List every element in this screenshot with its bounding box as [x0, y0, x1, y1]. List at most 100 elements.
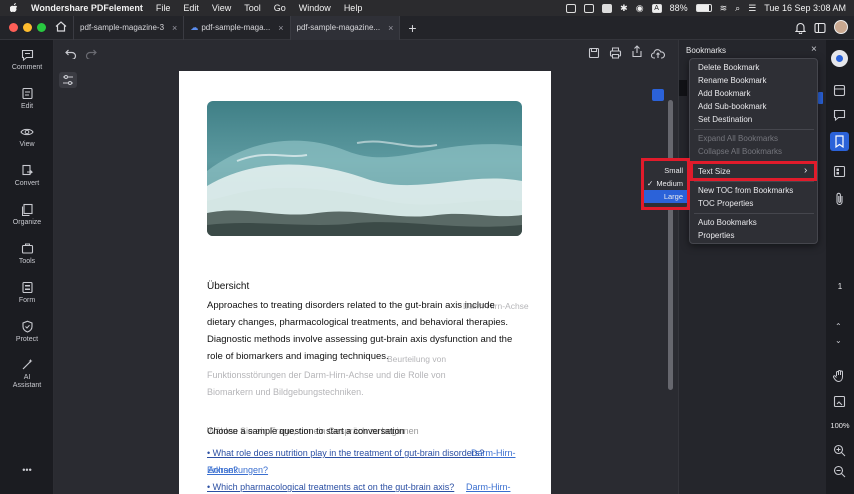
rail-protect[interactable]: Protect: [0, 320, 54, 344]
body-line: dietary changes, pharmacological treatme…: [207, 317, 509, 328]
ai-chat-icon[interactable]: [831, 50, 848, 67]
menu-delete-bookmark[interactable]: Delete Bookmark: [698, 63, 759, 72]
menu-go[interactable]: Go: [274, 3, 286, 13]
fields-icon[interactable]: [833, 165, 846, 183]
search-icon[interactable]: ⌕: [735, 3, 740, 14]
sidebar-toggle-icon[interactable]: [814, 21, 826, 39]
zoom-in-icon[interactable]: [833, 444, 846, 462]
menu-toc-properties[interactable]: TOC Properties: [698, 199, 753, 208]
status-area: ✱ ◉ A 88% ≋ ⌕ ☰ Tue 16 Sep 3:08 AM: [566, 0, 854, 16]
rail-convert[interactable]: Convert: [0, 164, 54, 188]
new-tab-button[interactable]: +: [408, 20, 416, 36]
ghost-text: Funktionsstörungen der Darm-Hirn-Achse u…: [207, 370, 446, 380]
zoom-window-button[interactable]: [37, 23, 46, 32]
tab-document-2[interactable]: ☁ pdf-sample-maga... ×: [184, 15, 291, 40]
page-number-indicator[interactable]: 1: [832, 280, 848, 294]
undo-icon[interactable]: [65, 46, 77, 64]
menu-file[interactable]: File: [156, 3, 171, 13]
menu-set-destination[interactable]: Set Destination: [698, 115, 752, 124]
sample-question-link[interactable]: • What role does nutrition play in the t…: [207, 445, 484, 462]
tab-label: pdf-sample-magazine-3: [80, 23, 165, 32]
menu-view[interactable]: View: [212, 3, 231, 13]
translate-badge-icon[interactable]: [652, 89, 664, 101]
comments-panel-icon[interactable]: [833, 109, 846, 127]
mac-menubar: Wondershare PDFelement File Edit View To…: [0, 0, 854, 16]
home-icon[interactable]: [55, 19, 67, 37]
control-center-icon[interactable]: ☰: [748, 3, 756, 14]
form-icon: [21, 281, 33, 294]
menu-new-toc-from-bookmarks[interactable]: New TOC from Bookmarks: [698, 186, 793, 195]
status-icon-3[interactable]: [602, 3, 613, 13]
status-icon-2[interactable]: [584, 3, 595, 13]
print-icon[interactable]: [609, 46, 622, 64]
close-tab-icon[interactable]: ×: [278, 23, 283, 33]
rail-label-line2: Assistant: [12, 382, 42, 389]
close-tab-icon[interactable]: ×: [388, 23, 393, 33]
rail-form[interactable]: Form: [0, 281, 54, 305]
rail-comment[interactable]: Comment: [0, 49, 54, 72]
close-tab-icon[interactable]: ×: [172, 23, 177, 33]
menu-separator: [694, 181, 814, 182]
menu-help[interactable]: Help: [344, 3, 363, 13]
rail-label: Tools: [18, 258, 36, 265]
sample-question-link-cont[interactable]: Achse?: [208, 462, 238, 479]
apple-menu-icon[interactable]: [9, 2, 18, 14]
bookmark-panel-icon[interactable]: [830, 132, 849, 151]
pdf-page[interactable]: Übersicht Darm-Hirn-Achse Approaches to …: [179, 71, 551, 494]
attachment-icon[interactable]: [834, 192, 845, 211]
edit-icon: [21, 87, 33, 100]
rail-edit[interactable]: Edit: [0, 87, 54, 111]
menu-edit[interactable]: Edit: [183, 3, 199, 13]
rail-organize[interactable]: Organize: [0, 203, 54, 227]
more-tools-button[interactable]: •••: [0, 466, 54, 475]
menu-add-bookmark[interactable]: Add Bookmark: [698, 89, 750, 98]
left-tool-rail: Comment Edit View Convert Organize Tools…: [0, 40, 54, 494]
save-icon[interactable]: [588, 46, 600, 64]
filter-settings-icon[interactable]: [59, 72, 77, 88]
rail-label: Convert: [14, 180, 40, 187]
menu-add-sub-bookmark[interactable]: Add Sub-bookmark: [698, 102, 766, 111]
document-toolbar: [54, 40, 678, 101]
status-icon-a[interactable]: A: [651, 3, 662, 13]
tab-document-1[interactable]: pdf-sample-magazine-3 ×: [73, 15, 185, 40]
wifi-icon[interactable]: ≋: [720, 3, 728, 14]
rail-tools[interactable]: Tools: [0, 242, 54, 266]
tab-document-3[interactable]: pdf-sample-magazine... ×: [290, 15, 401, 40]
status-icon-1[interactable]: [566, 3, 577, 13]
zoom-level[interactable]: 100%: [826, 421, 854, 430]
menu-properties[interactable]: Properties: [698, 231, 734, 240]
record-icon[interactable]: ◉: [636, 3, 644, 14]
cloud-upload-icon[interactable]: [650, 46, 665, 64]
app-name-menu[interactable]: Wondershare PDFelement: [31, 3, 143, 13]
minimize-window-button[interactable]: [23, 23, 32, 32]
menu-tool[interactable]: Tool: [244, 3, 261, 13]
zoom-out-icon[interactable]: [833, 465, 846, 483]
menu-rename-bookmark[interactable]: Rename Bookmark: [698, 76, 766, 85]
right-icon-rail: 1 ⌃ ⌄ 100%: [826, 40, 854, 494]
menu-auto-bookmarks[interactable]: Auto Bookmarks: [698, 218, 757, 227]
menu-window[interactable]: Window: [299, 3, 331, 13]
close-panel-icon[interactable]: ×: [811, 44, 817, 55]
user-avatar[interactable]: [834, 20, 848, 34]
section-heading: Übersicht: [207, 281, 250, 292]
thumbnails-icon[interactable]: [833, 84, 846, 102]
battery-icon[interactable]: [695, 4, 712, 12]
ghost-link[interactable]: Darm-Hirn-: [466, 479, 511, 494]
bluetooth-icon[interactable]: ✱: [620, 3, 628, 14]
fit-page-icon[interactable]: [833, 395, 846, 413]
rail-ai-assistant[interactable]: AI Assistant: [0, 358, 54, 390]
share-icon[interactable]: [631, 45, 643, 63]
notification-bell-icon[interactable]: [794, 21, 807, 39]
clock[interactable]: Tue 16 Sep 3:08 AM: [764, 3, 846, 13]
ghost-text: Beurteilung von: [387, 354, 447, 364]
tab-label: pdf-sample-maga...: [201, 23, 271, 32]
close-window-button[interactable]: [9, 23, 18, 32]
hand-tool-icon[interactable]: [833, 369, 846, 388]
scroll-up-icon[interactable]: ⌃: [835, 322, 842, 331]
vertical-scrollbar[interactable]: [668, 100, 673, 390]
sample-question-link[interactable]: • Which pharmacological treatments act o…: [207, 479, 454, 494]
rail-view[interactable]: View: [0, 126, 54, 149]
document-viewport[interactable]: Übersicht Darm-Hirn-Achse Approaches to …: [54, 40, 678, 494]
redo-icon[interactable]: [85, 46, 97, 64]
scroll-down-icon[interactable]: ⌄: [835, 336, 842, 345]
